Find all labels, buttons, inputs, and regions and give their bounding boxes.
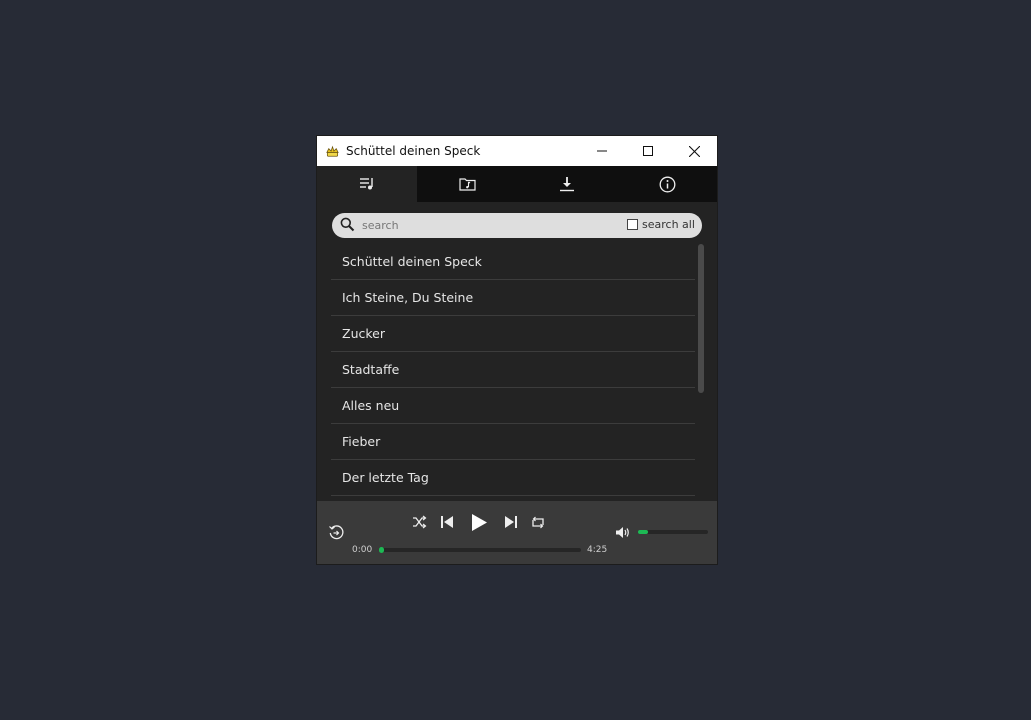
repeat-one-button[interactable]	[327, 523, 345, 541]
player-bar: 0:00 4:25	[317, 501, 717, 564]
list-item[interactable]: Ich Steine, Du Steine	[331, 280, 695, 316]
tab-bar	[317, 166, 717, 202]
list-item[interactable]: Der letzte Tag	[331, 460, 695, 496]
previous-button[interactable]	[439, 514, 455, 530]
minimize-button[interactable]	[579, 136, 625, 166]
list-item[interactable]: Stadtaffe	[331, 352, 695, 388]
current-time: 0:00	[352, 545, 373, 555]
volume-icon	[615, 526, 629, 538]
shuffle-icon	[412, 515, 426, 529]
list-item[interactable]: Schüttel deinen Speck	[331, 244, 695, 280]
search-all-label: search all	[642, 218, 695, 231]
progress-slider[interactable]	[379, 547, 581, 553]
next-icon	[505, 516, 517, 528]
title-bar[interactable]: Schüttel deinen Speck	[317, 136, 717, 166]
tab-music-folder[interactable]	[417, 166, 517, 202]
info-icon	[659, 176, 675, 192]
scrollbar-thumb[interactable]	[698, 244, 704, 393]
minimize-icon	[597, 150, 607, 152]
play-button[interactable]	[468, 511, 490, 533]
close-button[interactable]	[671, 136, 717, 166]
volume-button[interactable]	[614, 524, 630, 540]
search-icon	[340, 217, 355, 236]
close-icon	[688, 145, 700, 157]
volume-fill	[638, 530, 648, 534]
repeat-button[interactable]	[530, 514, 546, 530]
maximize-icon	[643, 146, 653, 156]
list-item[interactable]: Alles neu	[331, 388, 695, 424]
progress-handle[interactable]	[379, 547, 384, 553]
download-icon	[560, 177, 574, 192]
search-all-checkbox[interactable]	[627, 219, 638, 230]
list-item[interactable]: Fieber	[331, 424, 695, 460]
list-item[interactable]: Zucker	[331, 316, 695, 352]
maximize-button[interactable]	[625, 136, 671, 166]
next-button[interactable]	[503, 514, 519, 530]
total-time: 4:25	[587, 545, 608, 555]
volume-slider[interactable]	[638, 530, 708, 534]
music-folder-icon	[458, 178, 476, 191]
tab-info[interactable]	[617, 166, 717, 202]
shuffle-button[interactable]	[411, 514, 427, 530]
search-input[interactable]	[362, 216, 612, 235]
window-title: Schüttel deinen Speck	[346, 144, 481, 158]
app-window: Schüttel deinen Speck search search all …	[317, 136, 717, 564]
repeat-icon	[532, 516, 544, 528]
app-logo-icon	[325, 143, 341, 159]
search-all-toggle[interactable]: search all	[627, 218, 695, 231]
tab-playlist[interactable]	[317, 166, 417, 202]
previous-icon	[441, 516, 453, 528]
tab-download[interactable]	[517, 166, 617, 202]
repeat-one-icon	[328, 524, 343, 539]
track-list: Schüttel deinen Speck Ich Steine, Du Ste…	[331, 244, 695, 496]
playlist-icon	[360, 178, 373, 190]
search-bar: search all	[332, 213, 702, 238]
play-icon	[472, 513, 487, 531]
